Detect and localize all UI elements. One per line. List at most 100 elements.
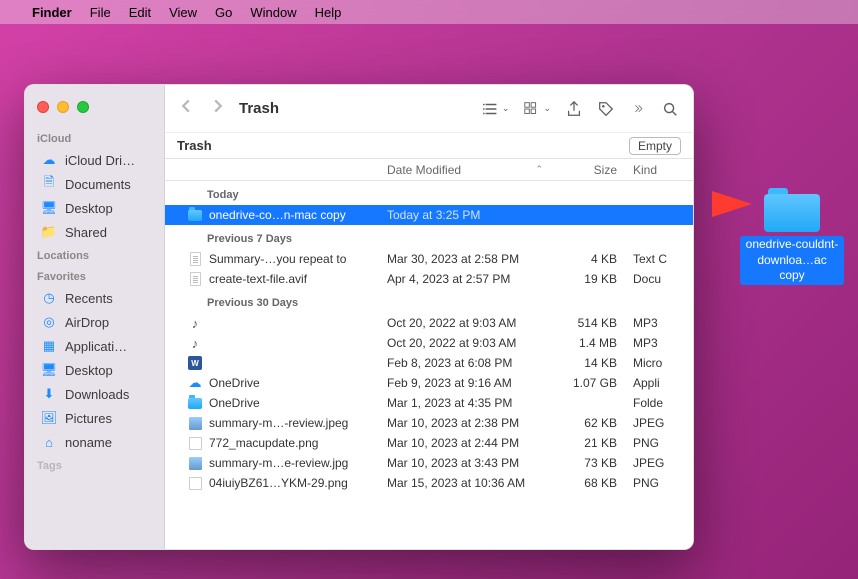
sort-indicator-icon: ⌃ <box>535 164 543 175</box>
search-button[interactable] <box>661 100 679 118</box>
file-row[interactable]: OneDriveMar 1, 2023 at 4:35 PMFolde <box>165 393 693 413</box>
menubar-item[interactable]: Edit <box>129 5 151 20</box>
file-name: Summary-…you repeat to <box>209 252 346 266</box>
sidebar-item-label: Shared <box>65 225 107 240</box>
file-kind: JPEG <box>625 456 693 470</box>
sidebar-item-home[interactable]: ⌂noname <box>29 430 160 454</box>
folder-icon <box>187 207 203 223</box>
file-size: 19 KB <box>551 272 625 286</box>
airdrop-icon: ◎ <box>41 314 57 330</box>
col-kind-header[interactable]: Kind <box>625 163 693 177</box>
group-button[interactable]: ⌄ <box>523 100 551 118</box>
sidebar-item-label: AirDrop <box>65 315 109 330</box>
file-size: 1.07 GB <box>551 376 625 390</box>
file-date: Mar 15, 2023 at 10:36 AM <box>379 476 551 490</box>
file-row[interactable]: ♪Oct 20, 2022 at 9:03 AM1.4 MBMP3 <box>165 333 693 353</box>
file-kind: MP3 <box>625 316 693 330</box>
file-row[interactable]: WFeb 8, 2023 at 6:08 PM14 KBMicro <box>165 353 693 373</box>
file-kind: Text C <box>625 252 693 266</box>
sidebar-item-label: Recents <box>65 291 113 306</box>
window-title: Trash <box>239 100 279 117</box>
sidebar-item-desktop[interactable]: 🖥Desktop <box>29 358 160 382</box>
file-name: 772_macupdate.png <box>209 436 318 450</box>
audio-icon: ♪ <box>187 315 203 331</box>
png-icon <box>187 435 203 451</box>
folder-icon: 📁 <box>41 224 57 240</box>
file-row[interactable]: 772_macupdate.png Mar 10, 2023 at 2:44 PM… <box>165 433 693 453</box>
sidebar-section-header: Tags <box>25 454 164 475</box>
file-size: 14 KB <box>551 356 625 370</box>
traffic-lights <box>25 91 164 127</box>
col-size-header[interactable]: Size <box>551 163 625 177</box>
file-row[interactable]: Summary-…you repeat to Mar 30, 2023 at 2:… <box>165 249 693 269</box>
file-date: Mar 30, 2023 at 2:58 PM <box>379 252 551 266</box>
sidebar-section-header: iCloud <box>25 127 164 148</box>
sidebar-item-pictures[interactable]: 🖼 Pictures <box>29 406 160 430</box>
menubar-item[interactable]: View <box>169 5 197 20</box>
minimize-button[interactable] <box>57 101 69 113</box>
jpeg-icon <box>187 455 203 471</box>
zoom-button[interactable] <box>77 101 89 113</box>
cloud-icon: ☁︎ <box>41 152 57 168</box>
file-kind: Appli <box>625 376 693 390</box>
sidebar-item-label: Pictures <box>65 411 112 426</box>
share-button[interactable] <box>565 100 583 118</box>
menubar-item[interactable]: Help <box>315 5 342 20</box>
file-list[interactable]: Todayonedrive-co…n-mac copyToday at 3:25… <box>165 181 693 549</box>
more-button[interactable] <box>629 100 647 118</box>
sidebar-item-label: Applicati… <box>65 339 127 354</box>
close-button[interactable] <box>37 101 49 113</box>
file-name: OneDrive <box>209 376 260 390</box>
list-group-header: Previous 7 Days <box>165 225 693 249</box>
sidebar-item-applications[interactable]: ▦ Applicati… <box>29 334 160 358</box>
view-list-button[interactable]: ⌄ <box>482 100 510 118</box>
sidebar-item-recents[interactable]: ◷Recents <box>29 286 160 310</box>
menubar-item[interactable]: Go <box>215 5 232 20</box>
desktop-icon: 🖥 <box>41 362 57 378</box>
tags-button[interactable] <box>597 100 615 118</box>
file-size: 73 KB <box>551 456 625 470</box>
file-row[interactable]: ♪Oct 20, 2022 at 9:03 AM514 KBMP3 <box>165 313 693 333</box>
menubar-item[interactable]: File <box>90 5 111 20</box>
apps-icon: ▦ <box>41 338 57 354</box>
file-row[interactable]: ☁︎OneDriveFeb 9, 2023 at 9:16 AM1.07 GBA… <box>165 373 693 393</box>
list-group-header: Previous 30 Days <box>165 289 693 313</box>
file-date: Today at 3:25 PM <box>379 208 551 222</box>
empty-trash-button[interactable]: Empty <box>629 137 681 155</box>
folder-icon <box>764 188 820 232</box>
col-date-header[interactable]: Date Modified⌃ <box>379 163 551 177</box>
menubar-app[interactable]: Finder <box>32 5 72 20</box>
file-row[interactable]: create-text-file.avifApr 4, 2023 at 2:57… <box>165 269 693 289</box>
sidebar-item-downloads[interactable]: ⬇︎Downloads <box>29 382 160 406</box>
path-crumb[interactable]: Trash <box>177 138 212 153</box>
pictures-icon: 🖼 <box>41 410 57 426</box>
file-date: Oct 20, 2022 at 9:03 AM <box>379 336 551 350</box>
desktop-item-label: onedrive-couldnt-downloa…ac copy <box>740 236 844 285</box>
desktop-icon: 🖥 <box>41 200 57 216</box>
finder-window: iCloud ☁︎ iCloud Dri… 🗎Documents 🖥Desktop… <box>24 84 694 550</box>
sidebar-item-documents[interactable]: 🗎Documents <box>29 172 160 196</box>
document-icon <box>187 251 203 267</box>
sidebar-item-label: iCloud Dri… <box>65 153 135 168</box>
file-row[interactable]: summary-m…e-review.jpgMar 10, 2023 at 3:… <box>165 453 693 473</box>
file-date: Mar 10, 2023 at 2:44 PM <box>379 436 551 450</box>
forward-button[interactable] <box>211 99 225 118</box>
sidebar-section-header: Favorites <box>25 265 164 286</box>
file-kind: PNG <box>625 476 693 490</box>
file-row[interactable]: onedrive-co…n-mac copyToday at 3:25 PM <box>165 205 693 225</box>
file-row[interactable]: summary-m…-review.jpegMar 10, 2023 at 2:… <box>165 413 693 433</box>
file-row[interactable]: 04iuiyBZ61…YKM-29.pngMar 15, 2023 at 10:… <box>165 473 693 493</box>
file-kind: Docu <box>625 272 693 286</box>
toolbar: Trash ⌄ ⌄ <box>165 85 693 133</box>
sidebar-item-label: noname <box>65 435 112 450</box>
column-headers: Date Modified⌃ Size Kind <box>165 159 693 181</box>
back-button[interactable] <box>179 99 193 118</box>
sidebar-item-shared[interactable]: 📁 Shared <box>29 220 160 244</box>
sidebar-item-airdrop[interactable]: ◎ AirDrop <box>29 310 160 334</box>
sidebar-item-desktop[interactable]: 🖥Desktop <box>29 196 160 220</box>
desktop-item[interactable]: onedrive-couldnt-downloa…ac copy <box>740 188 844 285</box>
file-date: Oct 20, 2022 at 9:03 AM <box>379 316 551 330</box>
menubar-item[interactable]: Window <box>250 5 296 20</box>
pathbar: Trash Empty <box>165 133 693 159</box>
sidebar-item-icloud-drive[interactable]: ☁︎ iCloud Dri… <box>29 148 160 172</box>
